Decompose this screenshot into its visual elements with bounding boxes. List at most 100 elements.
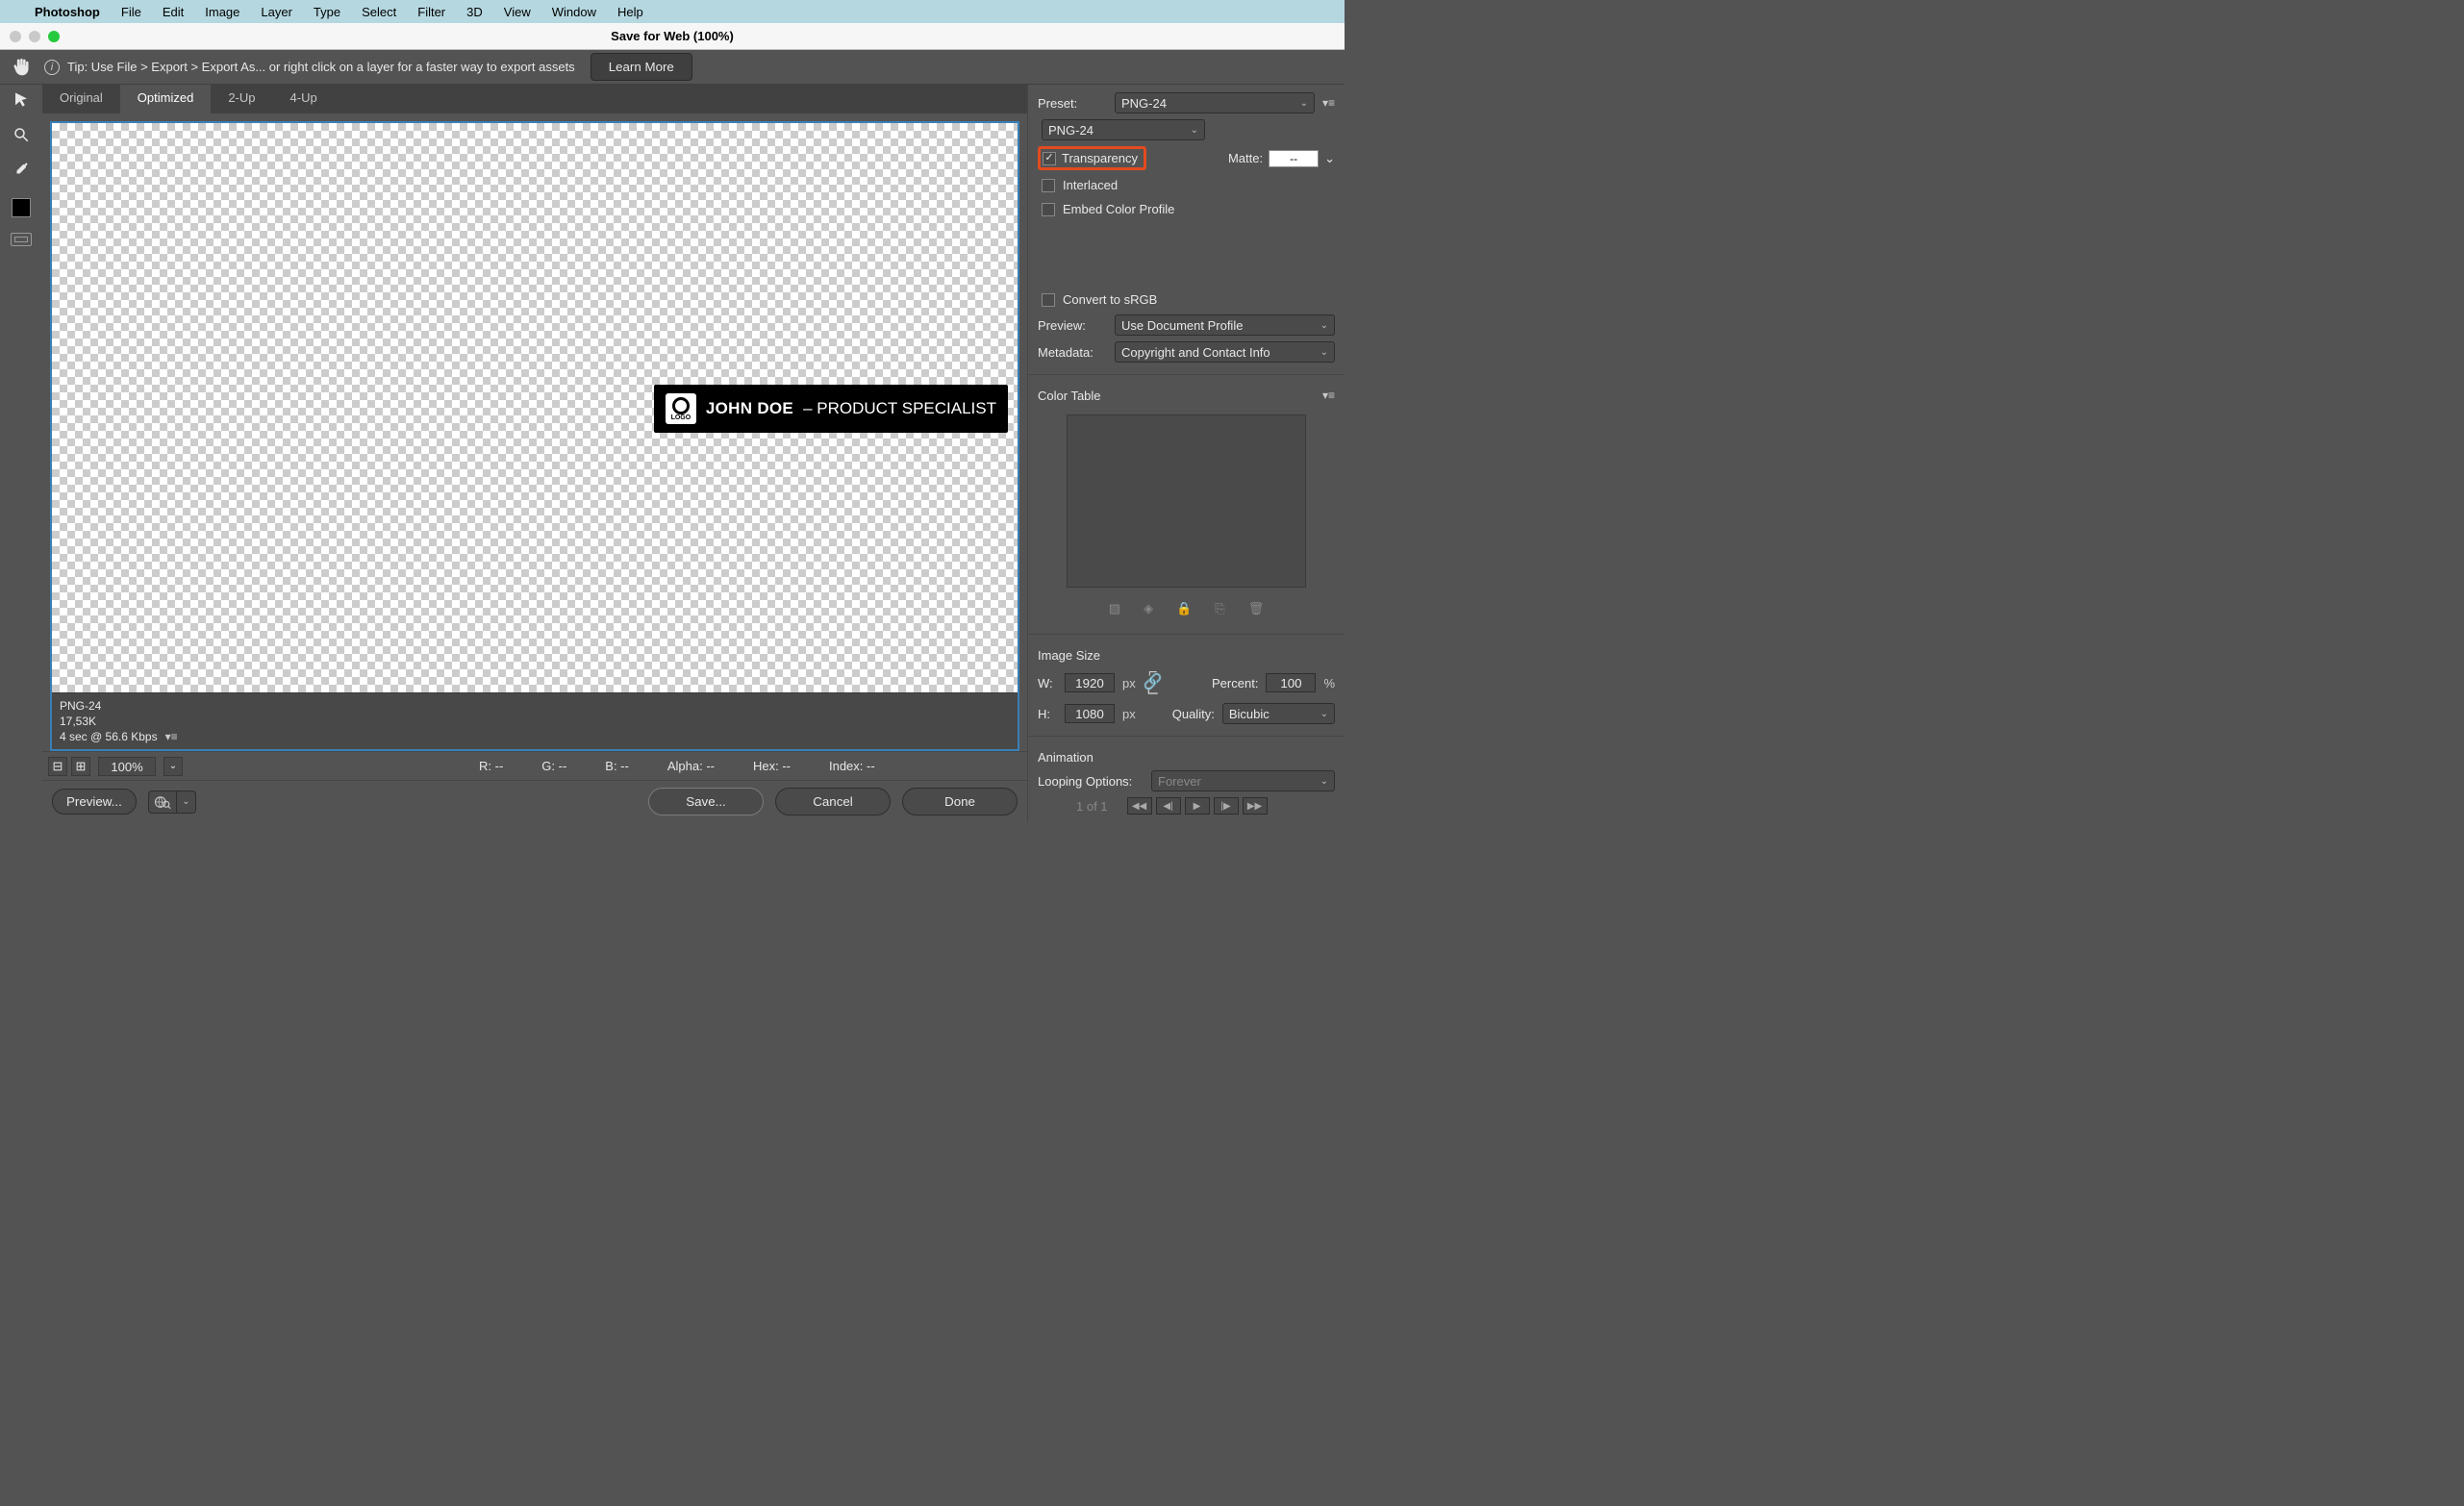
done-button[interactable]: Done <box>902 788 1018 816</box>
menu-file[interactable]: File <box>121 5 141 19</box>
hand-tool-icon[interactable] <box>12 58 31 77</box>
ct-delete-icon[interactable]: 🗑 <box>1248 601 1265 616</box>
width-unit: px <box>1122 676 1136 690</box>
cancel-button[interactable]: Cancel <box>775 788 891 816</box>
matte-dropdown-icon[interactable]: ⌄ <box>1324 151 1335 166</box>
preview-profile-select[interactable]: Use Document Profile⌄ <box>1115 314 1335 336</box>
ct-new-icon[interactable]: ⎘ <box>1215 601 1224 616</box>
preview-profile-label: Preview: <box>1038 318 1107 333</box>
browser-preview-dropdown[interactable]: ⌄ <box>177 791 196 814</box>
quality-select[interactable]: Bicubic⌄ <box>1222 703 1335 724</box>
height-field[interactable] <box>1065 704 1115 723</box>
pointer-tool-icon[interactable] <box>10 88 33 112</box>
frame-counter: 1 of 1 <box>1076 799 1108 814</box>
preview-tabs: Original Optimized 2-Up 4-Up <box>42 85 1027 113</box>
menu-layer[interactable]: Layer <box>261 5 292 19</box>
slice-visibility-icon[interactable] <box>11 233 32 246</box>
format-select[interactable]: PNG-24⌄ <box>1042 119 1205 140</box>
zoom-field[interactable]: 100% <box>98 757 156 776</box>
constrain-link-icon[interactable]: ⌐🔗⌙ <box>1144 668 1163 697</box>
interlaced-label: Interlaced <box>1063 178 1118 192</box>
canvas-container: LOGO JOHN DOE – PRODUCT SPECIALIST PNG-2… <box>50 121 1019 751</box>
readout-g: G: -- <box>541 759 566 773</box>
menu-type[interactable]: Type <box>314 5 340 19</box>
status-bar: ⊟ ⊞ 100% ⌄ R: -- G: -- B: -- Alpha: -- H… <box>42 751 1027 780</box>
ct-lock-icon[interactable]: 🔒 <box>1176 601 1192 616</box>
save-button[interactable]: Save... <box>648 788 764 816</box>
color-table-box <box>1067 414 1306 588</box>
mac-menubar: Photoshop File Edit Image Layer Type Sel… <box>0 0 1345 23</box>
embed-profile-checkbox[interactable] <box>1042 203 1055 216</box>
zoom-tool-icon[interactable] <box>10 123 33 146</box>
menu-select[interactable]: Select <box>362 5 396 19</box>
matte-swatch[interactable]: -- <box>1269 150 1319 167</box>
embed-profile-label: Embed Color Profile <box>1063 202 1174 216</box>
info-timing: 4 sec @ 56.6 Kbps <box>60 730 158 743</box>
browser-preview-icon[interactable] <box>148 791 177 814</box>
eyedropper-tool-icon[interactable] <box>10 158 33 181</box>
menu-3d[interactable]: 3D <box>466 5 483 19</box>
convert-srgb-checkbox[interactable] <box>1042 293 1055 307</box>
tab-4up[interactable]: 4-Up <box>273 85 335 113</box>
logo-icon: LOGO <box>666 393 696 424</box>
loop-label: Looping Options: <box>1038 774 1144 789</box>
options-panel: Preset: PNG-24⌄ ▾≡ PNG-24⌄ Transparency … <box>1027 85 1345 822</box>
first-frame-icon: ◀◀ <box>1127 797 1152 815</box>
play-icon: ▶ <box>1185 797 1210 815</box>
ct-websafe-icon[interactable]: ◈ <box>1144 601 1153 616</box>
menu-image[interactable]: Image <box>205 5 239 19</box>
last-frame-icon: ▶▶ <box>1243 797 1268 815</box>
metadata-select[interactable]: Copyright and Contact Info⌄ <box>1115 341 1335 363</box>
prev-frame-icon: ◀| <box>1156 797 1181 815</box>
window-title: Save for Web (100%) <box>0 29 1345 43</box>
tab-optimized[interactable]: Optimized <box>120 85 212 113</box>
tip-text: Tip: Use File > Export > Export As... or… <box>67 60 575 74</box>
preview-button[interactable]: Preview... <box>52 789 137 815</box>
lower-third-graphic: LOGO JOHN DOE – PRODUCT SPECIALIST <box>654 385 1008 433</box>
next-frame-icon: |▶ <box>1214 797 1239 815</box>
tab-original[interactable]: Original <box>42 85 120 113</box>
interlaced-checkbox[interactable] <box>1042 179 1055 192</box>
height-label: H: <box>1038 707 1057 721</box>
menu-window[interactable]: Window <box>552 5 596 19</box>
ct-transparent-icon[interactable]: ▨ <box>1109 601 1120 616</box>
percent-field[interactable] <box>1266 673 1316 692</box>
tip-bar: i Tip: Use File > Export > Export As... … <box>0 50 1345 85</box>
matte-label: Matte: <box>1228 151 1263 165</box>
foreground-color-swatch[interactable] <box>12 198 31 217</box>
bottom-controls: Preview... ⌄ Save... Cancel Done <box>42 780 1027 822</box>
info-format: PNG-24 <box>60 699 1010 713</box>
color-table-flyout-icon[interactable]: ▾≡ <box>1322 389 1335 402</box>
learn-more-button[interactable]: Learn More <box>591 53 692 81</box>
graphic-role: – PRODUCT SPECIALIST <box>803 399 996 418</box>
preset-select[interactable]: PNG-24⌄ <box>1115 92 1315 113</box>
canvas-info-bar: PNG-24 17,53K 4 sec @ 56.6 Kbps ▾≡ <box>52 692 1018 749</box>
preview-canvas[interactable]: LOGO JOHN DOE – PRODUCT SPECIALIST <box>52 123 1018 692</box>
menu-filter[interactable]: Filter <box>417 5 445 19</box>
convert-srgb-label: Convert to sRGB <box>1063 292 1157 307</box>
zoom-dropdown[interactable]: ⌄ <box>163 757 183 776</box>
preset-label: Preset: <box>1038 96 1107 111</box>
left-toolbar <box>0 85 42 822</box>
menu-help[interactable]: Help <box>617 5 643 19</box>
menu-edit[interactable]: Edit <box>163 5 184 19</box>
preset-flyout-icon[interactable]: ▾≡ <box>1322 96 1335 110</box>
readout-b: B: -- <box>605 759 629 773</box>
metadata-label: Metadata: <box>1038 345 1107 360</box>
color-table-label: Color Table <box>1038 389 1101 403</box>
animation-label: Animation <box>1038 750 1094 765</box>
info-size: 17,53K <box>60 715 1010 728</box>
app-name[interactable]: Photoshop <box>35 5 100 19</box>
height-unit: px <box>1122 707 1136 721</box>
transparency-checkbox[interactable] <box>1043 152 1056 165</box>
width-field[interactable] <box>1065 673 1115 692</box>
readout-hex: Hex: -- <box>753 759 791 773</box>
tab-2up[interactable]: 2-Up <box>211 85 272 113</box>
grid-large-icon[interactable]: ⊞ <box>71 757 90 776</box>
graphic-name: JOHN DOE <box>706 399 793 418</box>
readout-index: Index: -- <box>829 759 875 773</box>
menu-view[interactable]: View <box>504 5 531 19</box>
grid-small-icon[interactable]: ⊟ <box>48 757 67 776</box>
percent-unit: % <box>1323 676 1335 690</box>
info-flyout-icon[interactable]: ▾≡ <box>165 730 178 743</box>
